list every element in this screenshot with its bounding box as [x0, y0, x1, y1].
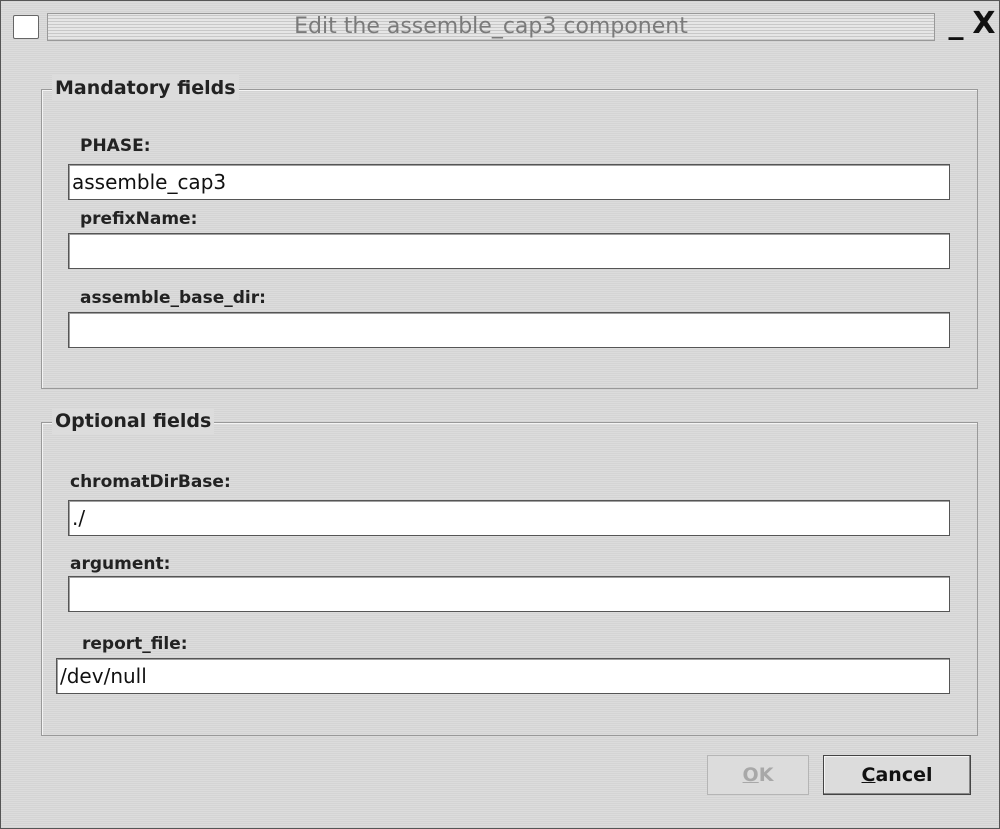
edit-component-dialog: Edit the assemble_cap3 component _ X Man…: [0, 0, 1000, 829]
chromat-dir-base-label: chromatDirBase:: [70, 472, 231, 492]
cancel-button[interactable]: Cancel: [823, 755, 971, 795]
prefix-name-label: prefixName:: [80, 209, 198, 229]
assemble-base-dir-label: assemble_base_dir:: [80, 288, 266, 308]
optional-fields-group: Optional fields chromatDirBase: argument…: [41, 408, 978, 736]
window-menu-icon[interactable]: [13, 15, 39, 39]
phase-label: PHASE:: [80, 136, 151, 156]
cancel-mnemonic: C: [861, 764, 876, 786]
argument-input[interactable]: [68, 576, 950, 612]
chromat-dir-base-input[interactable]: [68, 500, 950, 536]
mandatory-fields-legend: Mandatory fields: [52, 75, 239, 101]
ok-label-rest: K: [758, 764, 774, 786]
assemble-base-dir-input[interactable]: [68, 312, 950, 348]
report-file-input[interactable]: [56, 658, 950, 694]
window-title: Edit the assemble_cap3 component: [294, 14, 688, 39]
cancel-label-rest: ancel: [875, 764, 933, 786]
ok-button[interactable]: OK: [707, 755, 809, 795]
report-file-label: report_file:: [82, 634, 188, 654]
title-track[interactable]: Edit the assemble_cap3 component: [47, 13, 935, 41]
optional-fields-legend: Optional fields: [52, 408, 215, 434]
phase-input[interactable]: [68, 164, 950, 200]
mandatory-fields-group: Mandatory fields PHASE: prefixName: asse…: [41, 75, 978, 389]
argument-label: argument:: [70, 554, 171, 574]
ok-mnemonic: O: [742, 764, 759, 786]
title-bar[interactable]: Edit the assemble_cap3 component _ X: [1, 1, 999, 51]
minimize-icon[interactable]: _: [943, 7, 969, 41]
prefix-name-input[interactable]: [68, 233, 950, 269]
close-icon[interactable]: X: [971, 7, 997, 41]
